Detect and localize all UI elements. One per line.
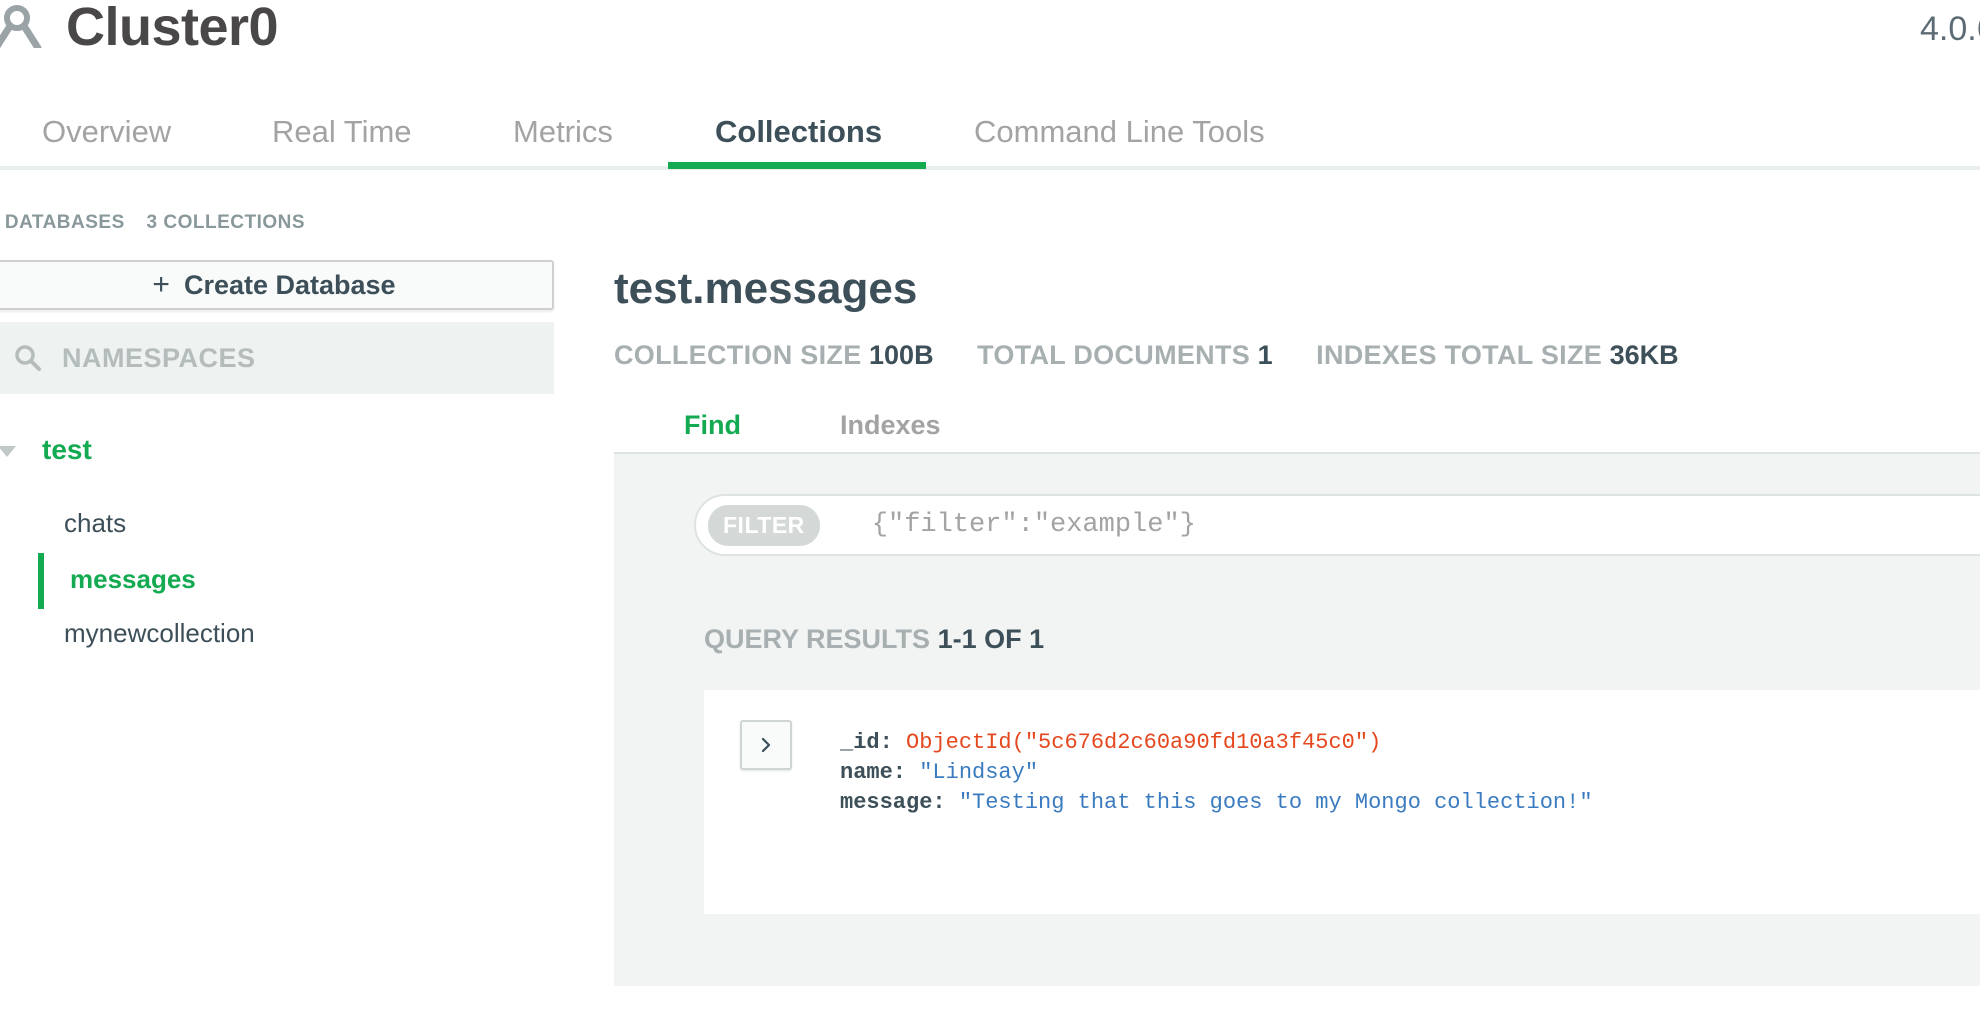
cluster-tabs: Overview Real Time Metrics Collections C… — [0, 100, 1980, 170]
field-value-string: "Lindsay" — [919, 760, 1039, 785]
document-card: _id: ObjectId("5c676d2c60a90fd10a3f45c0"… — [704, 690, 1980, 914]
document-field: message: "Testing that this goes to my M… — [840, 788, 1593, 818]
namespace-search-input[interactable] — [62, 342, 522, 374]
find-panel: FILTER QUERY RESULTS 1-1 OF 1 _id: Objec… — [614, 454, 1980, 986]
create-database-label: Create Database — [183, 269, 396, 300]
collection-subtabs: Find Indexes — [614, 404, 1980, 454]
collection-size-value: 100B — [869, 340, 934, 370]
caret-down-icon[interactable] — [0, 446, 16, 457]
query-results-summary: QUERY RESULTS 1-1 OF 1 — [704, 624, 1044, 655]
field-value-objectid: ObjectId("5c676d2c60a90fd10a3f45c0") — [906, 730, 1382, 755]
sidebar-collection-chats[interactable]: chats — [64, 508, 126, 539]
collection-size-stat: COLLECTION SIZE 100B — [614, 340, 934, 371]
cluster-name: Cluster0 — [66, 0, 279, 57]
create-database-button[interactable]: + Create Database — [0, 260, 554, 310]
field-key: name: — [840, 760, 907, 785]
cluster-icon — [0, 5, 42, 48]
filter-pill: FILTER — [708, 504, 820, 546]
databases-count: 1 DATABASES — [0, 212, 125, 233]
collection-size-label: COLLECTION SIZE — [614, 340, 862, 370]
collection-stats: COLLECTION SIZE 100B TOTAL DOCUMENTS 1 I… — [614, 340, 1715, 371]
plus-icon: + — [152, 268, 170, 301]
field-value-string: "Testing that this goes to my Mongo coll… — [958, 790, 1593, 815]
tab-indexes[interactable]: Indexes — [840, 410, 941, 441]
tab-command-line-tools[interactable]: Command Line Tools — [974, 114, 1265, 150]
tab-metrics[interactable]: Metrics — [513, 114, 613, 150]
expand-document-button[interactable] — [740, 720, 792, 770]
query-results-range: 1-1 OF 1 — [937, 624, 1045, 654]
version-label: 4.0.6 — [1920, 10, 1980, 48]
indexes-size-stat: INDEXES TOTAL SIZE 36KB — [1316, 340, 1679, 371]
field-key: _id: — [840, 730, 893, 755]
chevron-right-icon — [761, 737, 771, 753]
namespace-counts: 1 DATABASES 3 COLLECTIONS — [0, 212, 321, 234]
total-documents-value: 1 — [1257, 340, 1273, 370]
document-fields: _id: ObjectId("5c676d2c60a90fd10a3f45c0"… — [840, 728, 1593, 818]
active-tab-indicator — [668, 162, 926, 169]
namespace-search — [0, 322, 554, 394]
collection-title: test.messages — [614, 264, 918, 313]
total-documents-label: TOTAL DOCUMENTS — [977, 340, 1251, 370]
document-field: name: "Lindsay" — [840, 758, 1593, 788]
indexes-size-label: INDEXES TOTAL SIZE — [1316, 340, 1603, 370]
tab-collections[interactable]: Collections — [715, 114, 882, 150]
tab-overview[interactable]: Overview — [42, 114, 171, 150]
filter-bar: FILTER — [694, 494, 1980, 556]
tab-find[interactable]: Find — [684, 410, 741, 441]
document-field: _id: ObjectId("5c676d2c60a90fd10a3f45c0"… — [840, 728, 1593, 758]
sidebar-collection-messages[interactable]: messages — [70, 564, 196, 595]
indexes-size-value: 36KB — [1609, 340, 1679, 370]
field-key: message: — [840, 790, 946, 815]
query-results-label: QUERY RESULTS — [704, 624, 931, 654]
sidebar-collection-mynewcollection[interactable]: mynewcollection — [64, 618, 255, 649]
active-collection-marker — [38, 553, 44, 609]
filter-input[interactable] — [871, 510, 1872, 540]
search-icon — [15, 345, 41, 371]
total-documents-stat: TOTAL DOCUMENTS 1 — [977, 340, 1273, 371]
sidebar-database-test[interactable]: test — [42, 434, 92, 466]
tab-real-time[interactable]: Real Time — [272, 114, 412, 150]
collections-count: 3 COLLECTIONS — [146, 212, 306, 233]
